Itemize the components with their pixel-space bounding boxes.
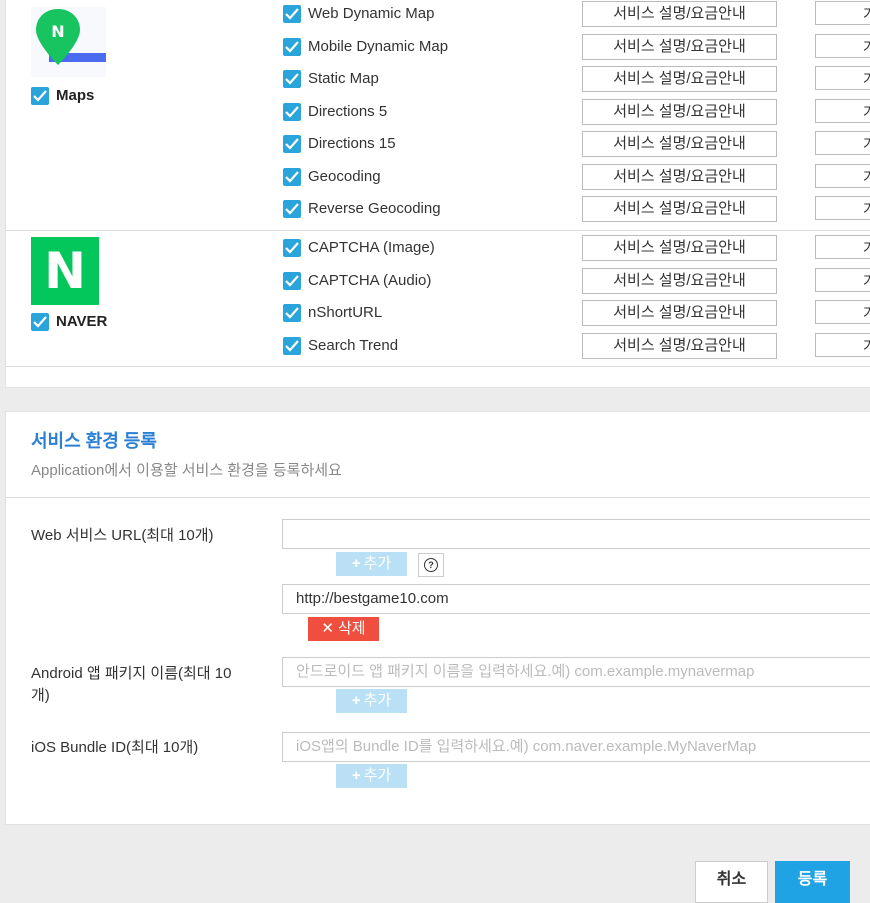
api-row: nShortURL 서비스 설명/요금안내 가 [6,299,870,327]
section-divider [6,497,870,498]
api-name: Reverse Geocoding [308,200,441,217]
service-info-button[interactable]: 서비스 설명/요금안내 [582,300,777,326]
extra-action-button[interactable]: 가 [815,332,870,357]
api-name: Web Dynamic Map [308,5,435,22]
api-checkbox[interactable] [283,200,301,218]
api-checkbox[interactable] [283,37,301,56]
service-info-button[interactable]: 서비스 설명/요금안내 [582,163,777,190]
android-package-input[interactable]: 안드로이드 앱 패키지 이름을 입력하세요.예) com.example.myn… [282,657,870,687]
api-name: Geocoding [308,167,381,185]
api-row: Search Trend 서비스 설명/요금안내 가 [6,332,870,360]
service-env-panel: 서비스 환경 등록 Application에서 이용할 서비스 환경을 등록하세… [5,411,870,825]
section-title: 서비스 환경 등록 [31,431,157,451]
api-row: Mobile Dynamic Map 서비스 설명/요금안내 가 [6,33,870,61]
checkmark-icon [285,138,299,150]
api-checkbox[interactable] [283,167,301,186]
checkmark-icon [285,8,299,20]
service-info-button[interactable]: 서비스 설명/요금안내 [582,196,777,222]
section-subtitle: Application에서 이용할 서비스 환경을 등록하세요 [31,462,342,479]
checkmark-icon [285,242,299,254]
service-info-button[interactable]: 서비스 설명/요금안내 [582,66,777,92]
extra-action-button[interactable]: 가 [815,196,870,220]
api-checkbox[interactable] [283,135,301,153]
api-name: Search Trend [308,336,399,354]
service-info-button[interactable]: 서비스 설명/요금안내 [582,33,777,60]
checkmark-icon [285,170,299,183]
service-info-button[interactable]: 서비스 설명/요금안내 [582,98,777,125]
android-package-label: Android 앱 패키지 이름(최대 10 개) [31,665,232,704]
api-row: CAPTCHA (Audio) 서비스 설명/요금안내 가 [6,267,870,295]
api-checkbox[interactable] [283,5,301,23]
ios-bundle-label: iOS Bundle ID(최대 10개) [31,739,199,756]
api-row: Directions 5 서비스 설명/요금안내 가 [6,98,870,126]
api-name: Mobile Dynamic Map [308,37,449,55]
web-url-help-button[interactable]: ? [418,553,444,577]
extra-action-button[interactable]: 가 [815,235,870,259]
ios-bundle-input[interactable]: iOS앱의 Bundle ID를 입력하세요.예) com.naver.exam… [282,732,870,762]
checkmark-icon [285,339,299,352]
checkmark-icon [285,105,299,118]
api-name: CAPTCHA (Image) [308,239,435,256]
service-info-button[interactable]: 서비스 설명/요금안내 [582,267,777,294]
api-checkbox[interactable] [283,102,301,121]
api-name: nShortURL [308,304,383,321]
api-name: Directions 5 [308,102,388,120]
api-row: Directions 15 서비스 설명/요금안내 가 [6,130,870,158]
api-selection-panel: N Maps Web Dynamic Map서비스 설명/요금안내가Mobile… [5,0,870,388]
extra-action-button[interactable]: 가 [815,163,870,188]
extra-action-button[interactable]: 가 [815,1,870,25]
plus-icon: + [351,555,361,572]
checkmark-icon [285,40,299,53]
extra-action-button[interactable]: 가 [815,300,870,324]
api-name: Directions 15 [308,135,396,152]
android-add-button[interactable]: + 추가 [336,689,407,713]
register-button[interactable]: 등록 [775,861,850,903]
checkmark-icon [285,307,299,319]
registered-url-field[interactable]: http://bestgame10.com [282,584,870,614]
cancel-button[interactable]: 취소 [695,861,768,903]
group-divider [6,366,870,367]
close-icon: ✕ [321,620,334,637]
api-row: Geocoding 서비스 설명/요금안내 가 [6,163,870,191]
plus-icon: + [351,692,361,709]
web-url-input[interactable] [282,519,870,549]
checkmark-icon [285,203,299,215]
api-row: Web Dynamic Map 서비스 설명/요금안내 가 [6,0,870,28]
api-row: Reverse Geocoding 서비스 설명/요금안내 가 [6,195,870,223]
checkmark-icon [285,274,299,287]
api-name: CAPTCHA (Audio) [308,271,432,289]
api-checkbox[interactable] [283,271,301,290]
web-url-add-button[interactable]: + 추가 [336,552,407,576]
service-info-button[interactable]: 서비스 설명/요금안내 [582,131,777,157]
extra-action-button[interactable]: 가 [815,131,870,155]
web-url-label: Web 서비스 URL(최대 10개) [31,527,214,544]
api-checkbox[interactable] [283,239,301,257]
extra-action-button[interactable]: 가 [815,33,870,58]
ios-add-button[interactable]: + 추가 [336,764,407,788]
api-checkbox[interactable] [283,70,301,88]
extra-action-button[interactable]: 가 [815,267,870,292]
extra-action-button[interactable]: 가 [815,98,870,123]
api-name: Static Map [308,70,379,87]
plus-icon: + [351,767,361,784]
service-info-button[interactable]: 서비스 설명/요금안내 [582,332,777,359]
service-info-button[interactable]: 서비스 설명/요금안내 [582,235,777,261]
question-icon: ? [424,558,438,573]
api-checkbox[interactable] [283,304,301,322]
api-row: Static Map 서비스 설명/요금안내 가 [6,65,870,93]
extra-action-button[interactable]: 가 [815,66,870,90]
checkmark-icon [285,73,299,85]
group-divider [6,230,870,231]
service-info-button[interactable]: 서비스 설명/요금안내 [582,1,777,27]
delete-url-button[interactable]: ✕ 삭제 [308,617,379,641]
api-checkbox[interactable] [283,336,301,355]
api-row: CAPTCHA (Image) 서비스 설명/요금안내 가 [6,234,870,262]
